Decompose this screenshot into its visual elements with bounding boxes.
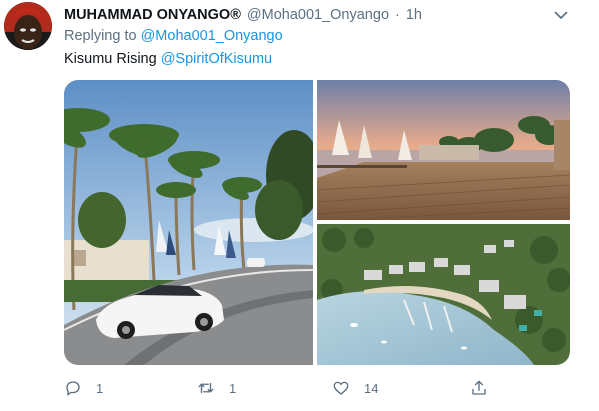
mention-link[interactable]: @SpiritOfKisumu [161, 51, 272, 67]
tweet-time[interactable]: 1h [406, 7, 422, 23]
user-handle[interactable]: @Moha001_Onyango [247, 7, 389, 23]
reply-icon [66, 381, 80, 396]
media-image-boardwalk[interactable] [316, 80, 570, 221]
tweet[interactable]: MUHAMMAD ONYANGO® @Moha001_Onyango · 1h … [0, 0, 599, 411]
display-name[interactable]: MUHAMMAD ONYANGO® [64, 7, 241, 23]
replying-to: Replying to @Moha001_Onyango [64, 28, 283, 44]
retweet-count: 1 [229, 380, 237, 396]
chevron-down-icon [554, 11, 568, 19]
retweet-icon [198, 382, 214, 394]
reply-count: 1 [96, 380, 104, 396]
separator: · [395, 7, 400, 23]
share-button[interactable] [470, 378, 488, 398]
replying-prefix: Replying to [64, 28, 137, 44]
media-grid [64, 80, 570, 365]
retweet-button[interactable]: 1 [197, 378, 236, 398]
reply-button[interactable]: 1 [64, 378, 103, 398]
replying-handle-link[interactable]: @Moha001_Onyango [141, 28, 283, 44]
share-icon [472, 380, 486, 395]
media-image-aerial-marina[interactable] [317, 224, 570, 365]
avatar[interactable] [4, 2, 52, 50]
more-options-button[interactable] [552, 6, 570, 24]
tweet-text: Kisumu Rising @SpiritOfKisumu [64, 51, 272, 67]
tweet-body: Kisumu Rising [64, 51, 157, 67]
action-bar: 1 1 14 [64, 378, 494, 398]
like-icon [333, 381, 349, 395]
like-count: 14 [364, 380, 379, 396]
tweet-header: MUHAMMAD ONYANGO® @Moha001_Onyango · 1h [64, 5, 422, 25]
like-button[interactable]: 14 [332, 378, 378, 398]
media-image-street[interactable] [64, 80, 322, 365]
